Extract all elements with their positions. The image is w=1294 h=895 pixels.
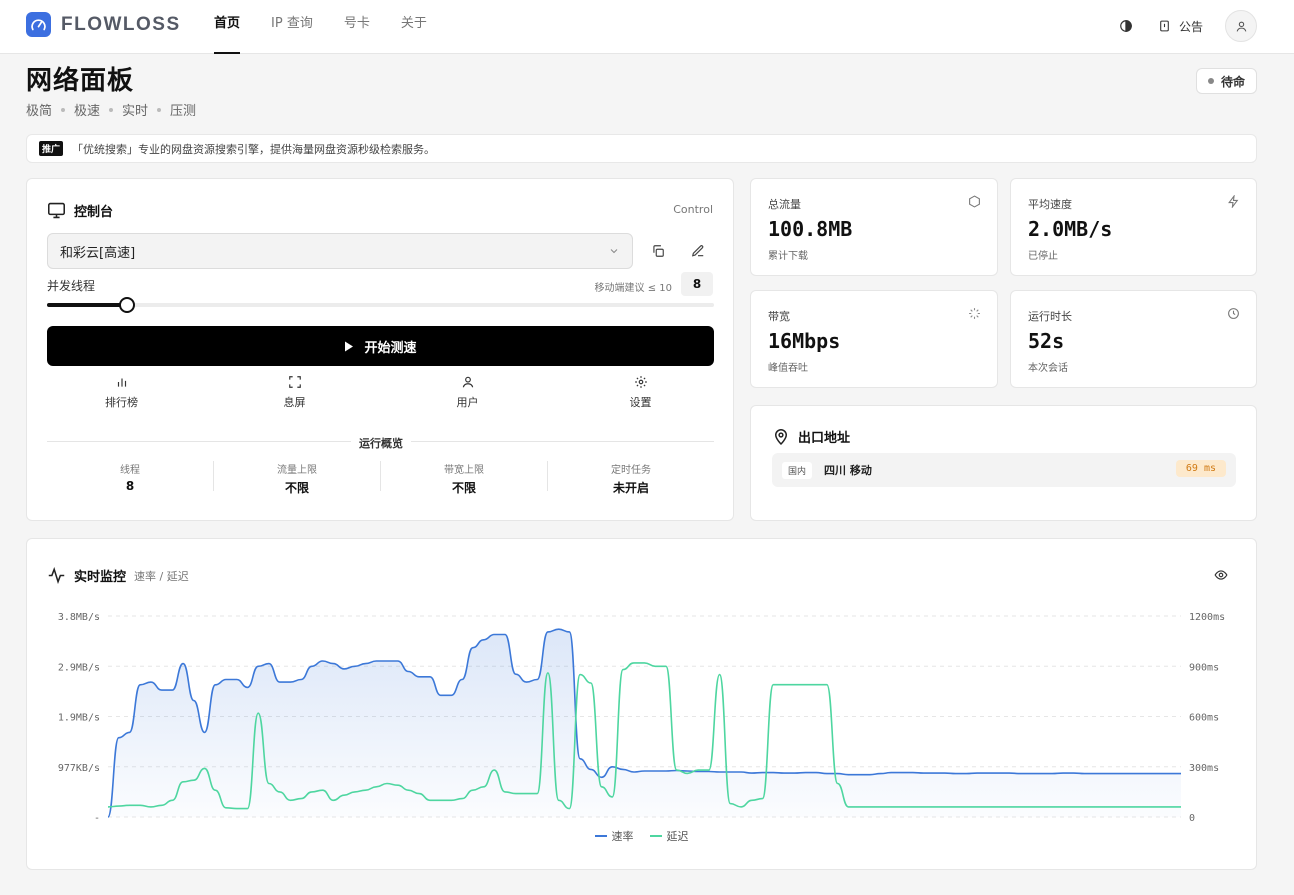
monitor-icon — [48, 202, 65, 219]
legend-speed[interactable]: 速率 — [594, 828, 634, 844]
y-left-tick-label: 1.9MB/s — [58, 713, 100, 724]
control-panel: 控制台 Control 和彩云[高速] 并发线程 移动端建议 ≤ 10 8 开始… — [26, 178, 734, 521]
clock-icon — [1228, 308, 1239, 319]
settings-button[interactable]: 设置 — [554, 375, 727, 410]
exit-address-title: 出口地址 — [772, 427, 850, 446]
fullscreen-icon — [288, 376, 301, 388]
y-right-tick-label: 300ms — [1189, 763, 1219, 774]
page-tags: 极简 极速 实时 压测 — [26, 100, 196, 119]
threads-value[interactable]: 8 — [681, 272, 713, 296]
y-left-tick-label: - — [94, 813, 100, 824]
threads-slider-handle[interactable] — [119, 297, 136, 313]
stat-total-traffic: 总流量 100.8MB 累计下载 — [750, 178, 998, 276]
speed-area — [108, 629, 1181, 817]
exit-address-row: 国内 四川 移动 69 ms — [772, 453, 1236, 487]
overview-threads: 线程 8 — [47, 461, 214, 493]
stat-bandwidth: 带宽 16Mbps 峰值吞吐 — [750, 290, 998, 388]
start-test-button[interactable]: 开始测速 — [47, 326, 714, 366]
tag: 实时 — [122, 104, 149, 119]
threads-slider[interactable] — [47, 297, 714, 313]
promo-text: 「优统搜索」专业的网盘资源搜索引擎，提供海量网盘资源秒级检索服务。 — [72, 142, 436, 156]
tag: 压测 — [170, 104, 197, 119]
notice-button[interactable]: 公告 — [1158, 18, 1203, 35]
user-icon — [462, 376, 473, 388]
overview-bandwidth-limit: 带宽上限 不限 — [381, 461, 548, 495]
chart-bars-icon — [117, 378, 126, 387]
chevron-down-icon — [610, 249, 618, 254]
exit-address-panel: 出口地址 国内 四川 移动 69 ms — [750, 405, 1257, 521]
tag: 极简 — [26, 104, 53, 119]
speedometer-logo-icon — [26, 12, 51, 37]
status-text: 待命 — [1220, 74, 1245, 89]
control-subtitle: Control — [673, 203, 713, 216]
y-right-tick-label: 1200ms — [1189, 612, 1225, 623]
threads-hint: 移动端建议 ≤ 10 — [594, 283, 672, 294]
realtime-monitor-panel: 实时监控 速率 / 延迟 3.8MB/s 1200ms 2.9MB/s 900ms 1.… — [26, 538, 1257, 870]
y-left-tick-label: 3.8MB/s — [58, 612, 100, 623]
copy-button[interactable] — [644, 237, 672, 265]
gear-icon — [634, 376, 647, 388]
overview-title: 运行概览 — [351, 435, 411, 451]
edit-button[interactable] — [684, 237, 712, 265]
threads-label: 并发线程 — [47, 279, 96, 293]
legend-speed-swatch — [594, 835, 607, 837]
copy-icon — [653, 245, 664, 257]
logo[interactable]: FLOWLOSS — [26, 12, 181, 37]
node-select[interactable]: 和彩云[高速] — [47, 233, 633, 269]
lightning-icon — [1228, 195, 1239, 208]
status-dot — [1207, 78, 1214, 84]
theme-toggle-icon[interactable] — [1110, 10, 1142, 42]
nav-about[interactable]: 关于 — [401, 0, 427, 54]
screen-off-button[interactable]: 息屏 — [208, 375, 381, 410]
user-button[interactable]: 用户 — [381, 375, 554, 410]
leaderboard-button[interactable]: 排行榜 — [35, 375, 208, 410]
play-icon — [345, 341, 354, 351]
edit-icon — [691, 245, 704, 257]
hexagon-icon — [969, 195, 980, 208]
nav-home[interactable]: 首页 — [214, 0, 241, 54]
y-right-tick-label: 900ms — [1189, 662, 1219, 673]
monitor-chart: 3.8MB/s 1200ms 2.9MB/s 900ms 1.9MB/s 600ms 977… — [58, 612, 1225, 824]
top-bar: FLOWLOSS 首页 IP 查询 号卡 关于 公告 — [0, 0, 1294, 54]
map-pin-icon — [774, 429, 788, 446]
status-badge: 待命 — [1195, 68, 1257, 94]
notice-label: 公告 — [1178, 19, 1203, 34]
y-right-tick-label: 0 — [1189, 813, 1195, 824]
main-nav: 首页 IP 查询 号卡 关于 — [214, 0, 458, 54]
promo-badge: 推广 — [39, 141, 64, 156]
promo-banner[interactable]: 推广 「优统搜索」专业的网盘资源搜索引擎，提供海量网盘资源秒级检索服务。 — [26, 134, 1257, 163]
y-left-tick-label: 977KB/s — [58, 763, 100, 774]
overview-scheduled-task: 定时任务 未开启 — [611, 465, 651, 495]
stat-average-speed: 平均速度 2.0MB/s 已停止 — [1010, 178, 1257, 276]
region-chip: 国内 — [782, 461, 813, 479]
quick-actions: 排行榜 息屏 用户 设置 — [27, 375, 735, 410]
legend-latency-swatch — [649, 835, 662, 837]
legend-latency[interactable]: 延迟 — [649, 828, 689, 844]
chart-legend: 速率 延迟 — [27, 828, 1256, 844]
nav-ip-lookup[interactable]: IP 查询 — [271, 0, 313, 54]
header-actions: 公告 — [1110, 10, 1257, 42]
loader-icon — [969, 308, 980, 319]
exit-location: 四川 移动 — [824, 464, 872, 477]
y-right-tick-label: 600ms — [1189, 713, 1219, 724]
tag: 极速 — [74, 104, 101, 119]
node-select-value: 和彩云[高速] — [60, 245, 136, 261]
user-avatar-icon[interactable] — [1225, 10, 1257, 42]
threads-slider-fill — [47, 303, 128, 307]
overview-stats: 线程 8 流量上限 不限 带宽上限 不限 定时任务 未开启 — [47, 461, 714, 495]
control-title: 控制台 — [47, 201, 113, 220]
overview-traffic-limit: 流量上限 不限 — [214, 461, 381, 495]
nav-sim-card[interactable]: 号卡 — [344, 0, 370, 54]
y-left-tick-label: 2.9MB/s — [58, 662, 100, 673]
stat-run-time: 运行时长 52s 本次会话 — [1010, 290, 1257, 388]
page-title: 网络面板 — [26, 66, 135, 96]
notice-icon — [1160, 20, 1169, 32]
logo-text: FLOWLOSS — [61, 13, 181, 35]
latency-badge: 69 ms — [1175, 460, 1226, 477]
